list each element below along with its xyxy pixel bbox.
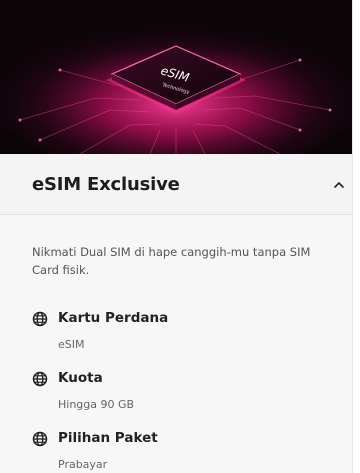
globe-icon <box>32 371 48 387</box>
accordion-content: Nikmati Dual SIM di hape canggih-mu tanp… <box>0 215 352 473</box>
chevron-up-icon[interactable] <box>332 178 346 192</box>
feature-label: Kartu Perdana <box>58 310 169 326</box>
feature-label: Kuota <box>58 370 103 386</box>
feature-label: Pilihan Paket <box>58 430 158 446</box>
feature-value: Hingga 90 GB <box>58 398 135 411</box>
globe-icon <box>32 311 48 327</box>
accordion-header[interactable]: eSIM Exclusive <box>0 154 352 215</box>
feature-value: Prabayar <box>58 458 108 471</box>
feature-value: eSIM <box>58 338 85 351</box>
card-title: eSIM Exclusive <box>32 174 180 195</box>
esim-product-card: eSIM Technology eSIM Exclusive Nikmati D… <box>0 0 353 473</box>
card-description: Nikmati Dual SIM di hape canggih-mu tanp… <box>32 245 311 277</box>
globe-icon <box>32 431 48 447</box>
esim-chip-banner-image: eSIM Technology <box>0 0 352 154</box>
